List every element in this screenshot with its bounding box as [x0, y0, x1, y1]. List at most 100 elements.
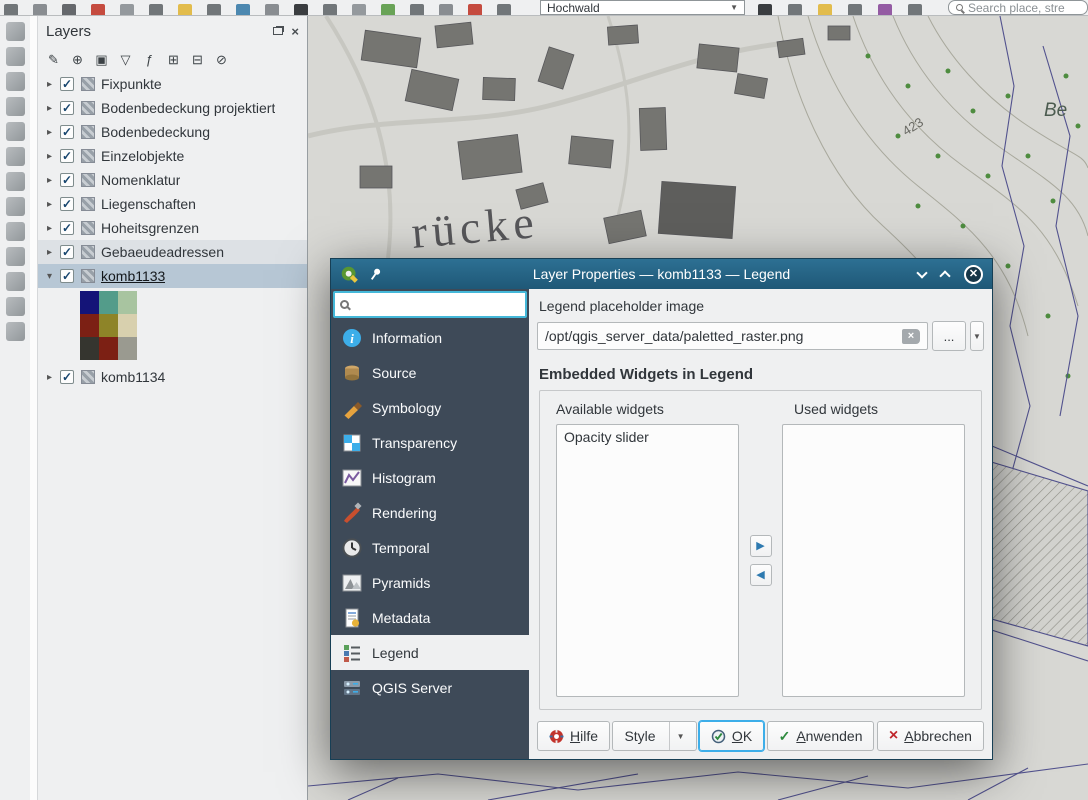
collapse-all-icon[interactable]: ⊟ — [189, 51, 206, 68]
toolbar-icon[interactable] — [818, 4, 832, 16]
toolbar-icon[interactable] — [120, 4, 134, 16]
layer-visibility-checkbox[interactable]: ✓ — [60, 125, 74, 139]
style-button[interactable]: Style ▼ — [612, 721, 696, 751]
layer-row[interactable]: ▸✓komb1134 — [38, 365, 307, 389]
toolbar-icon[interactable] — [468, 4, 482, 16]
toolbar-icon[interactable] — [33, 4, 47, 16]
undock-panel-icon[interactable] — [273, 27, 283, 35]
expand-caret-icon[interactable]: ▸ — [42, 103, 57, 114]
layer-visibility-checkbox[interactable]: ✓ — [60, 221, 74, 235]
layer-visibility-checkbox[interactable]: ✓ — [60, 370, 74, 384]
chevron-down-icon[interactable]: ▼ — [669, 722, 685, 750]
theme-combobox[interactable]: Hochwald ▼ — [540, 0, 745, 15]
sidebar-item-metadata[interactable]: Metadata — [331, 600, 529, 635]
layer-label[interactable]: Fixpunkte — [99, 76, 162, 92]
sidebar-tool-icon[interactable] — [6, 22, 25, 41]
browse-dropdown-button[interactable]: ▼ — [970, 321, 984, 351]
layer-row[interactable]: ▸✓Bodenbedeckung projektiert — [38, 96, 307, 120]
layer-visibility-checkbox[interactable]: ✓ — [60, 245, 74, 259]
sidebar-item-histogram[interactable]: Histogram — [331, 460, 529, 495]
layer-row[interactable]: ▾✓ komb1133 — [38, 264, 307, 288]
placeholder-image-path-input[interactable]: /opt/qgis_server_data/paletted_raster.pn… — [537, 322, 928, 350]
sidebar-tool-icon[interactable] — [6, 122, 25, 141]
widget-list-item[interactable]: Opacity slider — [557, 425, 738, 449]
sidebar-item-temporal[interactable]: Temporal — [331, 530, 529, 565]
toolbar-icon[interactable] — [323, 4, 337, 16]
browse-button[interactable]: ... — [932, 321, 966, 351]
add-widget-button[interactable]: ▶ — [750, 535, 772, 557]
help-button[interactable]: Hilfe — [537, 721, 610, 751]
apply-button[interactable]: ✓ Anwenden — [767, 721, 875, 751]
sidebar-item-information[interactable]: iInformation — [331, 320, 529, 355]
layer-row[interactable]: ▸✓Fixpunkte — [38, 72, 307, 96]
toolbar-icon[interactable] — [497, 4, 511, 16]
expand-caret-icon[interactable]: ▸ — [42, 175, 57, 186]
layer-label[interactable]: komb1133 — [99, 268, 165, 284]
layer-visibility-checkbox[interactable]: ✓ — [60, 269, 74, 283]
shade-window-icon[interactable] — [916, 267, 927, 278]
pin-icon[interactable] — [368, 266, 383, 282]
layer-label[interactable]: Hoheitsgrenzen — [99, 220, 199, 236]
layer-visibility-checkbox[interactable]: ✓ — [60, 197, 74, 211]
sidebar-tool-icon[interactable] — [6, 72, 25, 91]
unshade-window-icon[interactable] — [939, 270, 950, 281]
toolbar-icon[interactable] — [294, 4, 308, 16]
sidebar-item-legend[interactable]: Legend — [331, 635, 529, 670]
layer-row[interactable]: ▸✓ Bodenbedeckung — [38, 120, 307, 144]
properties-search-input[interactable] — [333, 291, 527, 318]
layer-row[interactable]: ▸✓Gebaeudeadressen — [38, 240, 307, 264]
ok-button[interactable]: OK — [699, 721, 764, 751]
expand-caret-icon[interactable]: ▸ — [42, 127, 57, 138]
expand-caret-icon[interactable]: ▸ — [42, 199, 57, 210]
toolbar-icon[interactable] — [236, 4, 250, 16]
sidebar-item-rendering[interactable]: Rendering — [331, 495, 529, 530]
toolbar-icon[interactable] — [908, 4, 922, 16]
panel-resize-handle[interactable] — [30, 16, 38, 800]
toolbar-icon[interactable] — [149, 4, 163, 16]
layer-row[interactable]: ▸✓ Nomenklatur — [38, 168, 307, 192]
sidebar-tool-icon[interactable] — [6, 222, 25, 241]
clear-field-icon[interactable]: × — [902, 329, 920, 344]
expand-caret-icon[interactable]: ▸ — [42, 223, 57, 234]
layer-label[interactable]: Nomenklatur — [99, 172, 180, 188]
sidebar-item-qgis-server[interactable]: QGIS Server — [331, 670, 529, 705]
close-panel-icon[interactable]: × — [291, 25, 299, 38]
expand-caret-icon[interactable]: ▸ — [42, 372, 57, 383]
sidebar-item-symbology[interactable]: Symbology — [331, 390, 529, 425]
toolbar-icon[interactable] — [848, 4, 862, 16]
toolbar-icon[interactable] — [878, 4, 892, 16]
layer-label[interactable]: Bodenbedeckung projektiert — [99, 100, 275, 116]
toolbar-icon[interactable] — [758, 4, 772, 16]
layer-visibility-checkbox[interactable]: ✓ — [60, 77, 74, 91]
layer-label[interactable]: Einzelobjekte — [99, 148, 184, 164]
layer-visibility-checkbox[interactable]: ✓ — [60, 173, 74, 187]
sidebar-tool-icon[interactable] — [6, 147, 25, 166]
toolbar-icon[interactable] — [178, 4, 192, 16]
toolbar-icon[interactable] — [207, 4, 221, 16]
sidebar-tool-icon[interactable] — [6, 322, 25, 341]
locator-search-input[interactable]: Search place, stre — [948, 0, 1088, 15]
manage-map-themes-icon[interactable]: ▣ — [93, 51, 110, 68]
cancel-button[interactable]: × Abbrechen — [877, 721, 984, 751]
open-layer-styling-icon[interactable]: ✎ — [45, 51, 62, 68]
filter-by-expression-icon[interactable]: ƒ — [141, 51, 158, 68]
layer-label[interactable]: Bodenbedeckung — [99, 124, 210, 140]
dialog-titlebar[interactable]: Layer Properties — komb1133 — Legend ✕ — [331, 259, 992, 289]
layer-visibility-checkbox[interactable]: ✓ — [60, 149, 74, 163]
toolbar-icon[interactable] — [4, 4, 18, 16]
layer-row[interactable]: ▸✓ Liegenschaften — [38, 192, 307, 216]
collapse-caret-icon[interactable]: ▾ — [42, 271, 57, 282]
remove-widget-button[interactable]: ◀ — [750, 564, 772, 586]
expand-caret-icon[interactable]: ▸ — [42, 151, 57, 162]
available-widgets-list[interactable]: Opacity slider — [556, 424, 739, 697]
remove-layer-icon[interactable]: ⊘ — [213, 51, 230, 68]
sidebar-tool-icon[interactable] — [6, 97, 25, 116]
toolbar-icon[interactable] — [91, 4, 105, 16]
sidebar-item-pyramids[interactable]: Pyramids — [331, 565, 529, 600]
sidebar-item-transparency[interactable]: Transparency — [331, 425, 529, 460]
toolbar-icon[interactable] — [265, 4, 279, 16]
layer-label[interactable]: Liegenschaften — [99, 196, 196, 212]
toolbar-icon[interactable] — [62, 4, 76, 16]
toolbar-icon[interactable] — [410, 4, 424, 16]
toolbar-icon[interactable] — [788, 4, 802, 16]
